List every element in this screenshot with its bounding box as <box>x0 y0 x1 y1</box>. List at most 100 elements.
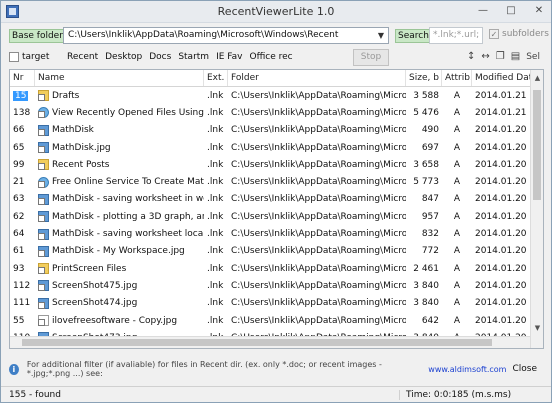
sel-button[interactable]: Sel <box>526 52 540 62</box>
found-count: 155 - found <box>9 390 61 400</box>
img-shortcut-icon <box>38 211 49 223</box>
base-folder-combo[interactable]: C:\Users\Inklik\AppData\Roaming\Microsof… <box>63 27 389 44</box>
info-bar: i For additional filter (if avaliable) f… <box>9 360 543 378</box>
search-input[interactable]: *.lnk;*.url; <box>429 27 483 44</box>
cell-name: Free Online Service To Create Mathemat..… <box>35 176 204 188</box>
folder-shortcut-icon <box>38 263 49 275</box>
cell-name: PrintScreen Files <box>35 263 204 275</box>
scroll-up-icon[interactable]: ▲ <box>531 72 543 84</box>
cell-folder: C:\Users\Inklik\AppData\Roaming\Micro... <box>231 90 406 101</box>
cell-size: 642 <box>421 315 439 326</box>
table-row[interactable]: 112 ScreenShot475.jpg .lnk C:\Users\Inklik\… <box>10 277 543 294</box>
img-shortcut-icon <box>38 280 49 292</box>
vertical-scrollbar[interactable]: ▲ ▼ <box>530 70 543 348</box>
website-link[interactable]: www.aldimsoft.com <box>428 365 506 374</box>
chevron-down-icon[interactable]: ▼ <box>374 28 388 43</box>
expand-vertical-icon[interactable]: ↕ <box>467 51 475 62</box>
column-header-name[interactable]: Name <box>35 70 204 86</box>
column-header-modified-date[interactable]: Modified Date <box>472 70 533 86</box>
recent-files-table: Nr Name Ext. Folder Size, b Attrib. Modi… <box>9 69 544 349</box>
cell-attrib: A <box>453 298 461 309</box>
table-row[interactable]: 15 Drafts .lnk C:\Users\Inklik\AppData\Roam… <box>10 87 543 104</box>
table-row[interactable]: 66 MathDisk .lnk C:\Users\Inklik\AppData\Ro… <box>10 122 543 139</box>
close-button[interactable]: Close <box>506 364 543 374</box>
cell-nr: 55 <box>13 315 25 326</box>
cell-folder: C:\Users\Inklik\AppData\Roaming\Micro... <box>231 177 406 188</box>
table-row[interactable]: 93 PrintScreen Files .lnk C:\Users\Inklik\A… <box>10 260 543 277</box>
column-header-size[interactable]: Size, b <box>406 70 442 86</box>
copy-icon[interactable]: ❐ <box>496 51 505 62</box>
cell-name: ilovefreesoftware - Copy.jpg <box>35 315 204 326</box>
cell-size: 3 840 <box>413 280 439 291</box>
img-shortcut-icon <box>38 228 49 240</box>
column-header-attrib[interactable]: Attrib. <box>442 70 472 86</box>
cell-name: MathDisk - saving worksheet in website..… <box>35 193 204 205</box>
cell-ext: .lnk <box>207 90 224 101</box>
cell-size: 5 476 <box>413 107 439 118</box>
stop-button[interactable]: Stop <box>353 49 389 66</box>
target-checkbox[interactable]: target <box>9 52 49 62</box>
minimize-icon[interactable]: — <box>475 4 491 18</box>
cell-name: MathDisk.jpg <box>35 142 204 154</box>
cell-folder: C:\Users\Inklik\AppData\Roaming\Micro... <box>231 246 406 257</box>
expand-horizontal-icon[interactable]: ↔ <box>481 51 489 62</box>
cell-nr: 21 <box>13 177 25 188</box>
column-header-folder[interactable]: Folder <box>228 70 406 86</box>
cell-folder: C:\Users\Inklik\AppData\Roaming\Micro... <box>231 142 406 153</box>
maximize-icon[interactable]: □ <box>503 4 519 18</box>
table-row[interactable]: 55 ilovefreesoftware - Copy.jpg .lnk C:\Use… <box>10 312 543 329</box>
link-recent[interactable]: Recent <box>67 52 98 62</box>
cell-folder: C:\Users\Inklik\AppData\Roaming\Micro... <box>231 194 406 205</box>
subfolders-checkbox[interactable]: ✓ subfolders <box>489 29 549 39</box>
table-body: 15 Drafts .lnk C:\Users\Inklik\AppData\Roam… <box>10 87 543 346</box>
cell-attrib: A <box>453 246 461 257</box>
link-office-rec[interactable]: Office rec <box>249 52 292 62</box>
scroll-thumb[interactable] <box>22 339 492 346</box>
cell-size: 847 <box>421 194 439 205</box>
cell-attrib: A <box>453 125 461 136</box>
table-row[interactable]: 61 MathDisk - My Workspace.jpg .lnk C:\User… <box>10 243 543 260</box>
link-desktop[interactable]: Desktop <box>105 52 142 62</box>
table-row[interactable]: 111 ScreenShot474.jpg .lnk C:\Users\Inklik\… <box>10 295 543 312</box>
table-row[interactable]: 99 Recent Posts .lnk C:\Users\Inklik\AppDat… <box>10 156 543 173</box>
cell-name: ScreenShot475.jpg <box>35 280 204 292</box>
cell-modified-date: 2014.01.20 22:49 <box>475 229 533 240</box>
table-row[interactable]: 63 MathDisk - saving worksheet in website… <box>10 191 543 208</box>
horizontal-scrollbar[interactable] <box>10 336 530 348</box>
link-startm[interactable]: Startm <box>178 52 209 62</box>
cell-folder: C:\Users\Inklik\AppData\Roaming\Micro... <box>231 211 406 222</box>
cell-ext: .lnk <box>207 263 224 274</box>
table-row[interactable]: 21 Free Online Service To Create Mathemat… <box>10 173 543 190</box>
window-controls: — □ ✕ <box>475 4 547 18</box>
column-header-nr[interactable]: Nr <box>10 70 35 86</box>
close-icon[interactable]: ✕ <box>531 4 547 18</box>
cell-nr: 93 <box>13 263 25 274</box>
cell-ext: .lnk <box>207 229 224 240</box>
shortcut-row: target Recent Desktop Docs Startm IE Fav… <box>7 49 545 66</box>
table-row[interactable]: 62 MathDisk - plotting a 3D graph, and it… <box>10 208 543 225</box>
scroll-down-icon[interactable]: ▼ <box>531 322 543 334</box>
cell-ext: .lnk <box>207 211 224 222</box>
cell-attrib: A <box>453 211 461 222</box>
document-icon[interactable]: ▤ <box>511 51 520 62</box>
cell-folder: C:\Users\Inklik\AppData\Roaming\Micro... <box>231 315 406 326</box>
link-ie-fav[interactable]: IE Fav <box>216 52 242 62</box>
table-row[interactable]: 65 MathDisk.jpg .lnk C:\Users\Inklik\AppDat… <box>10 139 543 156</box>
img-shortcut-icon <box>38 193 49 205</box>
link-docs[interactable]: Docs <box>149 52 171 62</box>
cell-size: 3 840 <box>413 298 439 309</box>
cell-modified-date: 2014.01.20 23:12 <box>475 142 533 153</box>
table-row[interactable]: 64 MathDisk - saving worksheet locally.jp… <box>10 225 543 242</box>
column-header-ext[interactable]: Ext. <box>204 70 228 86</box>
cell-nr: 138 <box>13 107 31 118</box>
status-bar: 155 - found Time: 0:0:185 (m.s.ms) <box>1 386 551 402</box>
cell-nr: 112 <box>13 280 31 291</box>
img-shortcut-icon <box>38 124 49 136</box>
cell-nr: 99 <box>13 159 25 170</box>
table-row[interactable]: 138 View Recently Opened Files Using Rece… <box>10 104 543 121</box>
scroll-thumb[interactable] <box>533 90 541 200</box>
cell-name: ScreenShot474.jpg <box>35 297 204 309</box>
cell-nr: 63 <box>13 194 25 205</box>
cell-nr: 65 <box>13 142 25 153</box>
target-label: target <box>22 52 50 62</box>
